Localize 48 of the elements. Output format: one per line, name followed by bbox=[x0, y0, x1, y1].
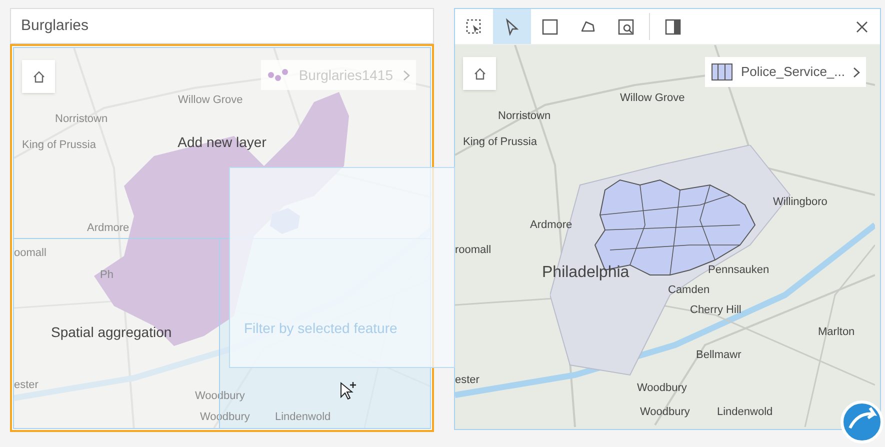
map-label: ester bbox=[14, 380, 38, 391]
map-label: Ardmore bbox=[87, 223, 130, 234]
box-select-icon bbox=[465, 18, 483, 36]
map-label: Willow Grove bbox=[178, 95, 243, 106]
map-label: Ardmore bbox=[530, 220, 572, 231]
map-label: Norristown bbox=[498, 111, 551, 122]
map-legend[interactable]: Police_Service_... bbox=[704, 57, 866, 87]
map-label: roomall bbox=[455, 245, 492, 256]
cursor-add-icon bbox=[339, 381, 357, 401]
map-label: Lindenwold bbox=[717, 407, 773, 418]
home-button[interactable] bbox=[463, 57, 496, 90]
chevron-icon bbox=[853, 66, 860, 78]
map-label: Willow Grove bbox=[620, 93, 685, 104]
chevron-icon bbox=[403, 70, 410, 80]
home-icon bbox=[472, 66, 486, 80]
map-label: King of Prussia bbox=[22, 140, 96, 151]
map-label: Woodbury bbox=[200, 412, 250, 423]
pointer-icon bbox=[503, 18, 521, 36]
map-label: Lindenwold bbox=[275, 412, 331, 423]
map-label: Philadelphia bbox=[542, 265, 630, 281]
drop-zone-label: Filter by selected feature bbox=[244, 319, 398, 338]
map-label: Camden bbox=[668, 285, 710, 296]
legend-label: Police_Service_... bbox=[740, 63, 845, 82]
map-label: Ph bbox=[100, 270, 114, 281]
home-icon bbox=[32, 70, 46, 84]
map-label: Bellmawr bbox=[696, 350, 742, 361]
map-label: Cherry Hill bbox=[690, 305, 742, 316]
point-symbols-icon bbox=[266, 69, 289, 81]
drop-zone-label[interactable]: Spatial aggregation bbox=[51, 322, 172, 343]
map-label: ester bbox=[455, 375, 480, 386]
map-label: King of Prussia bbox=[463, 137, 537, 148]
polygon-symbol-icon bbox=[710, 63, 733, 81]
tool-button[interactable] bbox=[493, 9, 531, 44]
zoom-select-icon bbox=[617, 18, 635, 36]
rectangle-icon bbox=[541, 18, 559, 36]
map-label: Norristown bbox=[55, 114, 108, 125]
map-label: Woodbury bbox=[640, 407, 690, 418]
home-button[interactable] bbox=[22, 60, 55, 93]
map-label: Woodbury bbox=[195, 391, 245, 402]
card-title: Burglaries bbox=[21, 16, 89, 36]
map-label: oomall bbox=[14, 248, 46, 259]
drop-zone-label[interactable]: Add new layer bbox=[178, 132, 266, 153]
close-icon bbox=[856, 20, 868, 32]
map-label: Woodbury bbox=[637, 383, 687, 394]
map-label: Willingboro bbox=[773, 197, 828, 208]
map-label: Marlton bbox=[818, 327, 855, 338]
map-label: Pennsauken bbox=[708, 265, 770, 276]
panel-icon bbox=[664, 18, 682, 36]
